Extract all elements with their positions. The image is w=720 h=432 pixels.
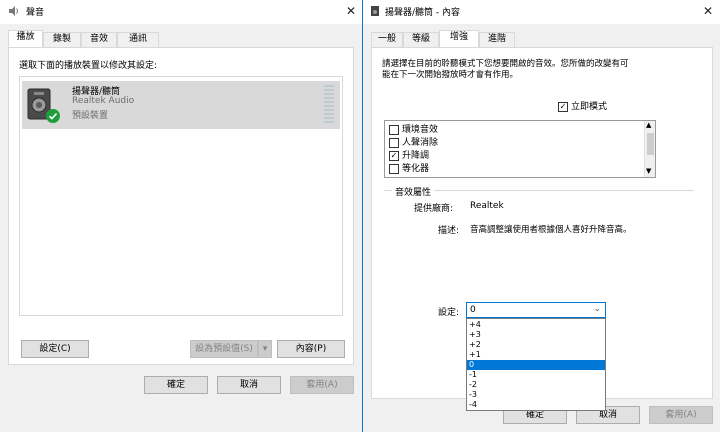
speaker-icon	[369, 5, 381, 17]
properties-button[interactable]: 內容(P)	[277, 340, 345, 358]
dropdown-option[interactable]: -4	[467, 400, 605, 410]
effects-scrollbar[interactable]: ▲ ▼	[644, 121, 655, 177]
device-list: 揚聲器/聽筒 Realtek Audio 預設裝置	[19, 76, 343, 316]
checkbox-unchecked[interactable]	[389, 124, 399, 135]
dropdown-option-selected[interactable]: 0	[467, 360, 605, 370]
immediate-mode-label: 立即模式	[571, 102, 608, 112]
chevron-down-icon: ▾	[262, 344, 268, 354]
checkbox-unchecked[interactable]	[389, 137, 399, 148]
sound-cancel-button[interactable]: 取消	[217, 376, 281, 394]
device-status: 預設裝置	[72, 111, 109, 121]
default-check-icon	[46, 109, 60, 123]
sound-title-bar: 聲音 ✕	[0, 0, 362, 24]
provider-value: Realtek	[470, 201, 504, 211]
dropdown-option[interactable]: -3	[467, 390, 605, 400]
description-label: 描述:	[438, 226, 460, 236]
set-default-button[interactable]: 設為預設值(S)	[190, 340, 258, 358]
checkbox-checked[interactable]: ✓	[558, 101, 568, 112]
properties-tab-strip: 一般 等級 增強 進階	[371, 30, 713, 48]
speaker-icon	[8, 5, 20, 17]
setting-dropdown-list[interactable]: +4 +3 +2 +1 0 -1 -2 -3 -4	[466, 318, 606, 411]
dropdown-option[interactable]: +1	[467, 350, 605, 360]
properties-apply-button[interactable]: 套用(A)	[649, 406, 713, 424]
tab-enhancements[interactable]: 增強	[439, 30, 479, 47]
scrollbar-thumb[interactable]	[647, 133, 654, 155]
enhancements-instruction-2: 能在下一次開始撥放時才會有作用。	[382, 70, 519, 80]
sound-apply-button[interactable]: 套用(A)	[290, 376, 354, 394]
checkbox-unchecked[interactable]	[389, 163, 399, 174]
dropdown-option[interactable]: +4	[467, 320, 605, 330]
dropdown-option[interactable]: -2	[467, 380, 605, 390]
scroll-up-icon[interactable]: ▲	[646, 121, 651, 129]
effect-label: 升降調	[402, 151, 430, 161]
immediate-mode-checkbox[interactable]: ✓ 立即模式	[558, 99, 607, 112]
checkbox-checked[interactable]: ✓	[389, 150, 399, 161]
sound-dialog: 聲音 ✕ 播放 錄製 音效 通訊 選取下面的播放裝置以修改其設定: 揚聲器/聽筒…	[0, 0, 362, 432]
effect-properties-legend: 音效屬性	[392, 185, 435, 198]
sound-tab-strip: 播放 錄製 音效 通訊	[8, 30, 354, 48]
properties-title: 揚聲器/聽筒 - 內容	[385, 8, 461, 18]
provider-label: 提供廠商:	[414, 204, 454, 214]
properties-title-bar: 揚聲器/聽筒 - 內容 ✕	[363, 0, 720, 24]
effects-list: 環境音效 人聲消除 ✓ 升降調 等化器 ▲ ▼	[384, 120, 656, 178]
sound-ok-button[interactable]: 確定	[144, 376, 208, 394]
tab-playback[interactable]: 播放	[8, 30, 43, 47]
effect-row[interactable]: 環境音效	[389, 124, 438, 136]
device-row-speakers[interactable]: 揚聲器/聽筒 Realtek Audio 預設裝置	[22, 81, 340, 129]
tab-recording[interactable]: 錄製	[43, 32, 81, 47]
dropdown-option[interactable]: +2	[467, 340, 605, 350]
close-icon[interactable]: ✕	[340, 2, 362, 20]
sound-title: 聲音	[26, 8, 45, 18]
tab-advanced[interactable]: 進階	[479, 32, 515, 47]
effect-row[interactable]: 人聲消除	[389, 137, 438, 149]
effect-row[interactable]: 等化器	[389, 163, 429, 175]
tab-levels[interactable]: 等級	[403, 32, 439, 47]
setting-select[interactable]: 0 ⌄	[466, 302, 606, 318]
configure-button[interactable]: 設定(C)	[21, 340, 89, 358]
device-driver: Realtek Audio	[72, 96, 135, 106]
tab-communications[interactable]: 通訊	[117, 32, 159, 47]
chevron-down-icon: ⌄	[593, 304, 601, 314]
volume-level-meter	[324, 85, 334, 123]
playback-panel: 選取下面的播放裝置以修改其設定: 揚聲器/聽筒 Realtek Audio 預設…	[8, 47, 354, 365]
close-icon[interactable]: ✕	[697, 2, 719, 20]
dropdown-option[interactable]: +3	[467, 330, 605, 340]
scroll-down-icon[interactable]: ▼	[646, 167, 651, 175]
setting-label: 設定:	[438, 308, 460, 318]
playback-instruction: 選取下面的播放裝置以修改其設定:	[19, 61, 158, 71]
effect-label: 環境音效	[402, 125, 439, 135]
setting-select-value: 0	[470, 305, 476, 315]
set-default-dropdown[interactable]: ▾	[258, 340, 272, 358]
effect-label: 等化器	[402, 164, 430, 174]
tab-general[interactable]: 一般	[371, 32, 403, 47]
effect-row[interactable]: ✓ 升降調	[389, 150, 429, 162]
description-value: 音高調整讓使用者根據個人喜好升降音高。	[470, 225, 632, 235]
dropdown-option[interactable]: -1	[467, 370, 605, 380]
effect-label: 人聲消除	[402, 138, 439, 148]
tab-sounds[interactable]: 音效	[81, 32, 117, 47]
